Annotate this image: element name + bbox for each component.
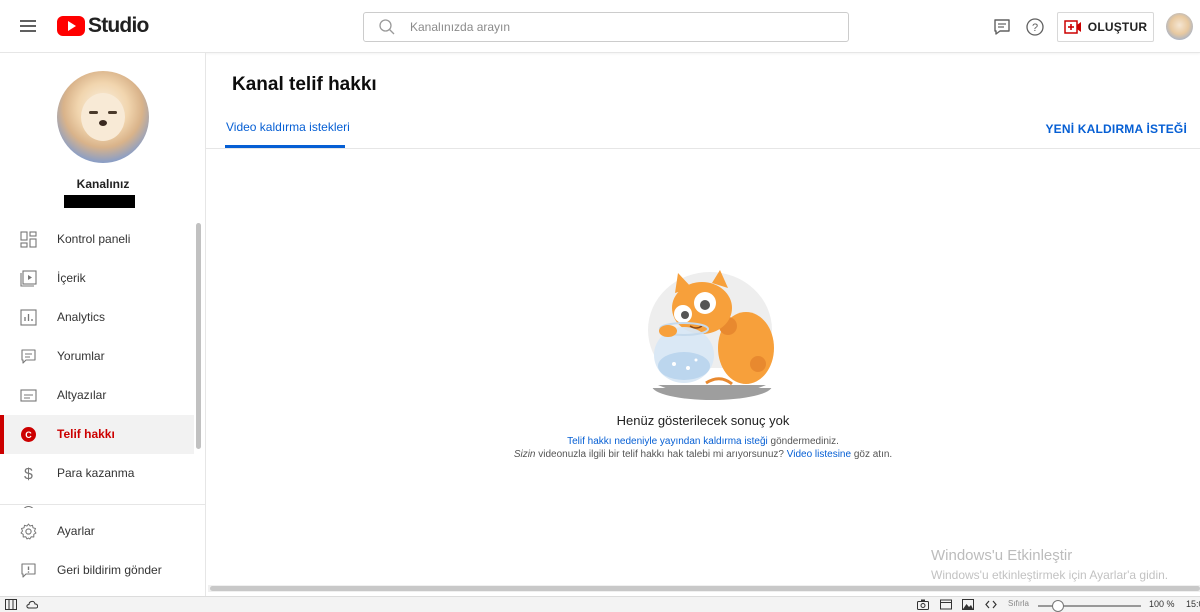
tabs-divider [206,148,1200,149]
browser-status-bar: Sıfırla 100 % 15:0 [0,596,1200,612]
logo-text: Studio [88,14,149,37]
avatar-eye-right [108,111,117,114]
menu-icon[interactable] [18,15,40,37]
search-box[interactable] [363,12,849,42]
tab-video-removal-requests[interactable]: Video kaldırma istekleri [226,120,350,134]
sidebar-item-dashboard[interactable]: Kontrol paneli [0,220,194,259]
sidebar-item-label: Ayarlar [57,524,95,538]
app-root: Studio ? OLUŞTUR [0,0,1200,612]
sidebar-item-feedback[interactable]: Geri bildirim gönder [0,551,194,590]
code-icon[interactable] [985,599,997,610]
window-icon[interactable] [940,599,952,610]
svg-text:?: ? [1032,22,1038,34]
svg-text:$: $ [24,466,33,482]
page-title: Kanal telif hakkı [232,74,377,95]
settings-icon [20,523,37,540]
channel-name-redacted [64,195,135,208]
horizontal-scrollbar[interactable] [208,585,1200,592]
cloud-icon[interactable] [26,599,38,610]
avatar-nose [99,120,107,126]
empty-state-line2: Sizin videonuzla ilgili bir telif hakkı … [0,449,1200,460]
help-icon[interactable]: ? [1025,17,1045,37]
empty-state-title: Henüz gösterilecek sonuç yok [616,413,790,428]
sidebar-nav: Kontrol paneli İçerik Analytics Yorumlar… [0,220,200,508]
line2-italic-text: Sizin [513,449,536,460]
left-sidebar: Kanalınız Kontrol paneli İçerik Analytic… [0,53,206,596]
content-icon [20,270,37,287]
feedback-icon [21,563,36,578]
line1-rest-text: göndermediniz. [767,436,839,447]
sidebar-item-label: İçerik [57,271,86,285]
sidebar-item-label: Kontrol paneli [57,232,131,246]
studio-logo[interactable]: Studio [57,13,149,39]
zoom-percent: 100 % [1149,599,1175,609]
dollar-icon: $ [24,466,33,482]
create-button[interactable]: OLUŞTUR [1057,12,1154,42]
account-avatar[interactable] [1166,13,1193,40]
zoom-reset-label[interactable]: Sıfırla [1008,599,1029,608]
camera-icon[interactable] [917,599,929,610]
zoom-slider-thumb[interactable] [1052,600,1064,612]
channel-avatar[interactable] [57,71,149,163]
empty-state-line1: Telif hakkı nedeniyle yayından kaldırma … [0,436,1200,447]
comments-icon [21,349,36,364]
sidebar-item-label: Yorumlar [57,349,105,363]
create-video-icon [1064,20,1081,34]
horizontal-scrollbar-thumb[interactable] [210,586,1200,591]
messages-icon[interactable] [992,17,1012,37]
sidebar-item-analytics[interactable]: Analytics [0,298,194,337]
image-icon[interactable] [962,599,974,610]
search-icon [379,19,395,35]
clock: 15:0 [1186,599,1200,609]
video-list-link[interactable]: Video listesine [787,449,851,460]
empty-state-cat-illustration [645,270,775,400]
new-removal-request-button[interactable]: YENİ KALDIRMA İSTEĞİ [1045,122,1187,136]
windows-activation-title: Windows'u Etkinleştir [931,547,1073,564]
takedown-request-link[interactable]: Telif hakkı nedeniyle yayından kaldırma … [567,436,768,447]
sidebar-item-content[interactable]: İçerik [0,259,194,298]
line2-end-text: göz atın. [851,449,893,460]
sidebar-item-settings[interactable]: Ayarlar [0,512,194,551]
sidebar-item-label: Altyazılar [57,388,107,402]
sidebar-item-label: Geri bildirim gönder [57,563,162,577]
dashboard-icon [20,231,37,248]
windows-activation-subtitle: Windows'u etkinleştirmek için Ayarlar'a … [931,568,1169,582]
channel-label: Kanalınız [76,177,130,191]
sidebar-item-label: Para kazanma [57,466,135,480]
sidebar-bottom: Ayarlar Geri bildirim gönder [0,504,206,590]
sidebar-item-subtitles[interactable]: Altyazılar [0,376,194,415]
create-button-label: OLUŞTUR [1087,20,1148,34]
sidebar-item-comments[interactable]: Yorumlar [0,337,194,376]
analytics-icon [20,309,37,326]
sidebar-item-label: Analytics [57,310,106,324]
search-input[interactable] [410,20,810,34]
avatar-face [81,93,125,141]
panel-icon[interactable] [5,599,17,610]
avatar-eye-left [89,111,98,114]
line2-middle-text: videonuzla ilgili bir telif hakkı hak ta… [535,449,787,460]
subtitles-icon [20,389,37,402]
top-header: Studio ? OLUŞTUR [0,0,1200,53]
youtube-play-icon [57,16,85,36]
